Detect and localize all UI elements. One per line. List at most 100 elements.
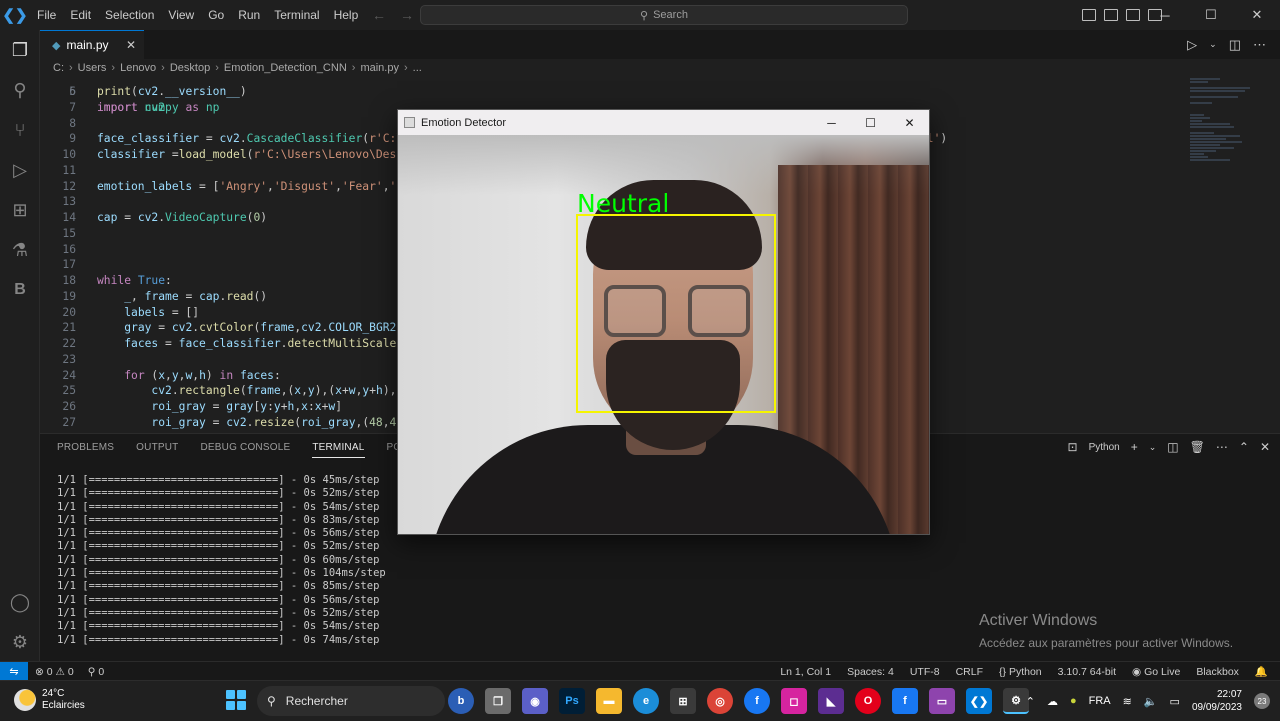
split-terminal-icon[interactable]: ◫ <box>1167 440 1178 454</box>
more-actions-icon[interactable]: ⋯ <box>1253 37 1266 53</box>
language-mode[interactable]: {} Python <box>999 666 1042 678</box>
tab-debug-console[interactable]: DEBUG CONSOLE <box>200 442 290 458</box>
close-icon[interactable]: ✕ <box>1234 0 1280 30</box>
menu-file[interactable]: File <box>30 0 63 30</box>
menu-selection[interactable]: Selection <box>98 0 161 30</box>
end-of-line[interactable]: CRLF <box>956 666 983 678</box>
cv-maximize-icon[interactable]: ☐ <box>851 110 890 135</box>
search-icon: ⚲ <box>640 9 649 22</box>
maximize-icon[interactable]: ☐ <box>1188 0 1234 30</box>
minimize-icon[interactable]: ─ <box>1142 0 1188 30</box>
menu-help[interactable]: Help <box>327 0 366 30</box>
breadcrumb-item[interactable]: ... <box>413 62 422 74</box>
input-language[interactable]: FRA <box>1089 695 1111 707</box>
encoding[interactable]: UTF-8 <box>910 666 940 678</box>
windows-start-icon[interactable] <box>226 690 246 710</box>
toggle-panel-icon[interactable] <box>1104 9 1118 21</box>
remote-indicator-icon[interactable]: ⇋ <box>0 662 28 681</box>
maximize-panel-icon[interactable]: ⌃ <box>1239 440 1249 454</box>
extensions-icon[interactable]: ⊞ <box>8 198 32 222</box>
indentation[interactable]: Spaces: 4 <box>847 666 894 678</box>
clipchamp-icon[interactable]: ▭ <box>929 688 955 714</box>
opera-icon[interactable]: O <box>855 688 881 714</box>
tab-main-py[interactable]: ◆ main.py ✕ <box>40 30 144 59</box>
facebook-icon[interactable]: f <box>892 688 918 714</box>
menu-run[interactable]: Run <box>231 0 267 30</box>
forward-arrow-icon[interactable]: → <box>400 7 414 23</box>
command-center-search[interactable]: ⚲ Search <box>420 5 908 25</box>
menu-go[interactable]: Go <box>201 0 231 30</box>
blackbox-icon[interactable]: B <box>8 278 32 302</box>
nav-arrows: ← → <box>372 0 414 30</box>
tab-terminal[interactable]: TERMINAL <box>312 442 365 458</box>
wifi-icon[interactable]: ≋ <box>1123 695 1132 708</box>
split-editor-icon[interactable]: ◫ <box>1229 37 1241 53</box>
emotion-detector-window[interactable]: Emotion Detector ─ ☐ ✕ Neutral <box>397 109 930 535</box>
breadcrumb-item[interactable]: Emotion_Detection_CNN <box>224 62 347 74</box>
microsoft-store-icon[interactable]: ⊞ <box>670 688 696 714</box>
photoshop-icon[interactable]: Ps <box>559 688 585 714</box>
facebook-messenger-icon[interactable]: f <box>744 688 770 714</box>
python-interpreter[interactable]: 3.10.7 64-bit <box>1058 666 1116 678</box>
tray-overflow-icon[interactable]: ⌃ <box>1026 695 1035 708</box>
cv-window-titlebar[interactable]: Emotion Detector ─ ☐ ✕ <box>398 110 929 135</box>
bing-icon[interactable]: b <box>448 688 474 714</box>
volume-icon[interactable]: 🔈 <box>1144 695 1158 708</box>
toggle-primary-sidebar-icon[interactable] <box>1082 9 1096 21</box>
task-view-icon[interactable]: ❐ <box>485 688 511 714</box>
breadcrumb-item[interactable]: Lenovo <box>120 62 156 74</box>
menu-terminal[interactable]: Terminal <box>267 0 326 30</box>
breadcrumb-item[interactable]: main.py <box>360 62 399 74</box>
file-explorer-icon[interactable]: ▬ <box>596 688 622 714</box>
toggle-secondary-sidebar-icon[interactable] <box>1126 9 1140 21</box>
new-terminal-icon[interactable]: + <box>1131 440 1138 454</box>
settings-gear-icon[interactable]: ⚙ <box>8 630 32 654</box>
cv-close-icon[interactable]: ✕ <box>890 110 929 135</box>
search-view-icon[interactable]: ⚲ <box>8 78 32 102</box>
breadcrumb-item[interactable]: Desktop <box>170 62 210 74</box>
breadcrumb-item[interactable]: C: <box>53 62 64 74</box>
vscode-taskbar-icon[interactable]: ❮❯ <box>966 688 992 714</box>
cursor-position[interactable]: Ln 1, Col 1 <box>780 666 831 678</box>
terminal-dropdown-icon[interactable]: ⌄ <box>1149 442 1157 453</box>
terminal-profile[interactable]: Python <box>1089 442 1120 453</box>
tray-app-icon[interactable]: ● <box>1070 695 1077 707</box>
ports-indicator[interactable]: ⚲ 0 <box>88 666 104 678</box>
explorer-icon[interactable]: ❐ <box>8 38 32 62</box>
onedrive-icon[interactable]: ☁ <box>1047 695 1058 708</box>
instagram-icon[interactable]: ◻ <box>781 688 807 714</box>
teams-chat-icon[interactable]: ◉ <box>522 688 548 714</box>
weather-widget[interactable]: 24°C Eclaircies <box>14 688 85 712</box>
battery-icon[interactable]: ▭ <box>1170 695 1180 708</box>
run-python-icon[interactable]: ▷ <box>1187 37 1197 53</box>
visual-studio-icon[interactable]: ◣ <box>818 688 844 714</box>
cv-window-controls: ─ ☐ ✕ <box>812 110 929 135</box>
menu-edit[interactable]: Edit <box>63 0 98 30</box>
taskbar-search[interactable]: ⚲ Rechercher <box>257 686 445 716</box>
source-control-icon[interactable]: ⑂ <box>8 118 32 142</box>
go-live-button[interactable]: ◉ Go Live <box>1132 666 1180 678</box>
clock[interactable]: 22:07 09/09/2023 <box>1192 688 1242 714</box>
close-panel-icon[interactable]: ✕ <box>1260 440 1270 454</box>
run-debug-icon[interactable]: ▷ <box>8 158 32 182</box>
chrome-icon[interactable]: ◎ <box>707 688 733 714</box>
tab-problems[interactable]: PROBLEMS <box>57 442 114 458</box>
kill-terminal-icon[interactable]: 🗑 <box>1190 440 1205 454</box>
cv-minimize-icon[interactable]: ─ <box>812 110 851 135</box>
back-arrow-icon[interactable]: ← <box>372 7 386 23</box>
problems-indicator[interactable]: ⊗ 0 ⚠ 0 <box>35 666 74 678</box>
notifications-bell-icon[interactable]: 🔔 <box>1255 665 1268 678</box>
terminal-output[interactable]: 1/1 [==============================] - 0… <box>57 474 386 647</box>
breadcrumb-item[interactable]: Users <box>78 62 107 74</box>
notification-badge[interactable]: 23 <box>1254 693 1270 709</box>
testing-icon[interactable]: ⚗ <box>8 238 32 262</box>
accounts-icon[interactable]: ◯ <box>8 590 32 614</box>
menu-view[interactable]: View <box>161 0 201 30</box>
tab-close-icon[interactable]: ✕ <box>126 38 136 52</box>
run-dropdown-icon[interactable]: ⌄ <box>1209 39 1217 50</box>
minimap[interactable] <box>1190 77 1266 161</box>
edge-icon[interactable]: e <box>633 688 659 714</box>
tab-output[interactable]: OUTPUT <box>136 442 178 458</box>
panel-more-icon[interactable]: ⋯ <box>1216 440 1228 454</box>
blackbox-status[interactable]: Blackbox <box>1196 666 1239 678</box>
